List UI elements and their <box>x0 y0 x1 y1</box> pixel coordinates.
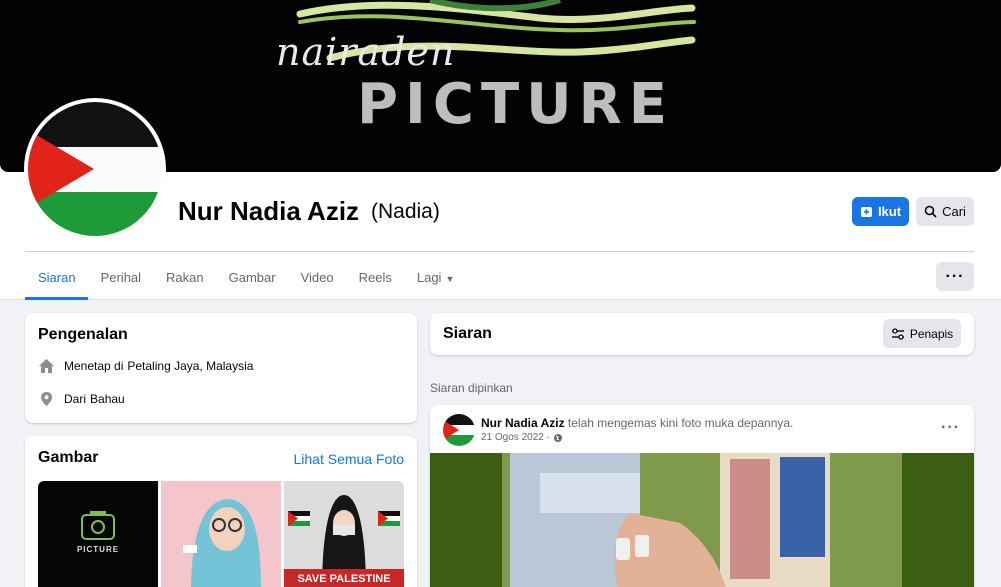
post-author-name[interactable]: Nur Nadia Aziz <box>481 416 565 430</box>
follow-button[interactable]: Ikut <box>852 197 909 226</box>
post-headline: Nur Nadia Aziz telah mengemas kini foto … <box>481 416 793 430</box>
profile-nickname: (Nadia) <box>371 200 440 223</box>
tab-lagi[interactable]: Lagi ▼ <box>404 256 467 300</box>
camera-logo-image <box>81 511 115 540</box>
profile-tabs: Siaran Perihal Rakan Gambar Video Reels … <box>25 256 466 300</box>
more-options-button[interactable]: ··· <box>936 262 974 291</box>
post-options-button[interactable]: ··· <box>941 419 960 437</box>
from-prefix: Dari <box>64 392 87 406</box>
save-palestine-image <box>284 481 404 587</box>
palestine-flag-image <box>443 414 475 446</box>
cover-big-text: PICTURE <box>357 72 675 137</box>
post-action-text: telah mengemas kini foto muka depannya. <box>567 416 794 430</box>
hands-and-book-image <box>430 453 974 587</box>
filter-button[interactable]: Penapis <box>883 319 961 348</box>
portrait-image <box>161 481 281 587</box>
tab-rakan[interactable]: Rakan <box>153 256 216 300</box>
tab-gambar[interactable]: Gambar <box>216 256 288 300</box>
tab-reels[interactable]: Reels <box>346 256 404 300</box>
tab-perihal[interactable]: Perihal <box>88 256 153 300</box>
globe-icon <box>553 433 562 442</box>
header-divider <box>25 251 974 252</box>
tab-siaran[interactable]: Siaran <box>25 256 88 300</box>
caret-down-icon: ▼ <box>445 274 455 284</box>
search-label: Cari <box>942 204 966 219</box>
photo-thumb[interactable]: PICTURE <box>38 481 158 587</box>
home-icon <box>39 359 54 373</box>
search-button[interactable]: Cari <box>916 197 974 226</box>
profile-name: Nur Nadia Aziz <box>178 196 360 226</box>
thumb-picture-text: PICTURE <box>76 545 120 554</box>
post-meta: 21 Ogos 2022 · <box>481 432 563 443</box>
search-icon <box>924 205 937 218</box>
from-row: Dari Bahau <box>38 391 125 407</box>
profile-avatar[interactable] <box>24 98 166 240</box>
post-cover-photo[interactable] <box>430 453 974 587</box>
location-icon <box>41 392 52 406</box>
palestine-flag-image <box>28 102 162 236</box>
thumb-save-palestine-text: SAVE PALESTINE <box>297 573 391 585</box>
pinned-posts-label: Siaran dipinkan <box>430 381 513 395</box>
tab-lagi-label: Lagi <box>416 270 442 285</box>
posts-title: Siaran <box>443 325 492 342</box>
lives-in-row: Menetap di Petaling Jaya, Malaysia <box>38 358 253 374</box>
photo-thumb[interactable]: SAVE PALESTINE <box>284 481 404 587</box>
post-author-avatar[interactable] <box>443 414 475 446</box>
profile-header: nairaden PICTURE Nur Nadia Aziz (Nadia) … <box>0 0 1001 300</box>
filter-icon <box>891 327 904 340</box>
lives-in-prefix: Menetap di <box>64 359 124 373</box>
intro-title: Pengenalan <box>38 326 128 343</box>
filter-label: Penapis <box>909 326 954 341</box>
post-date[interactable]: 21 Ogos 2022 · <box>481 432 550 443</box>
lives-in-place[interactable]: Petaling Jaya, Malaysia <box>127 359 253 373</box>
photos-card: Gambar Lihat Semua Foto PICTURE SAVE PAL… <box>25 436 417 587</box>
follow-label: Ikut <box>877 204 902 219</box>
pinned-post: Nur Nadia Aziz telah mengemas kini foto … <box>430 405 974 587</box>
follow-icon <box>860 207 872 217</box>
posts-header-card: Siaran Penapis <box>430 313 974 355</box>
tab-video[interactable]: Video <box>288 256 346 300</box>
photos-title: Gambar <box>38 449 99 466</box>
from-place[interactable]: Bahau <box>90 392 125 406</box>
photo-thumb[interactable] <box>161 481 281 587</box>
cover-script-text: nairaden <box>276 30 456 74</box>
intro-card: Pengenalan Menetap di Petaling Jaya, Mal… <box>25 313 417 423</box>
see-all-photos-link[interactable]: Lihat Semua Foto <box>293 451 404 467</box>
